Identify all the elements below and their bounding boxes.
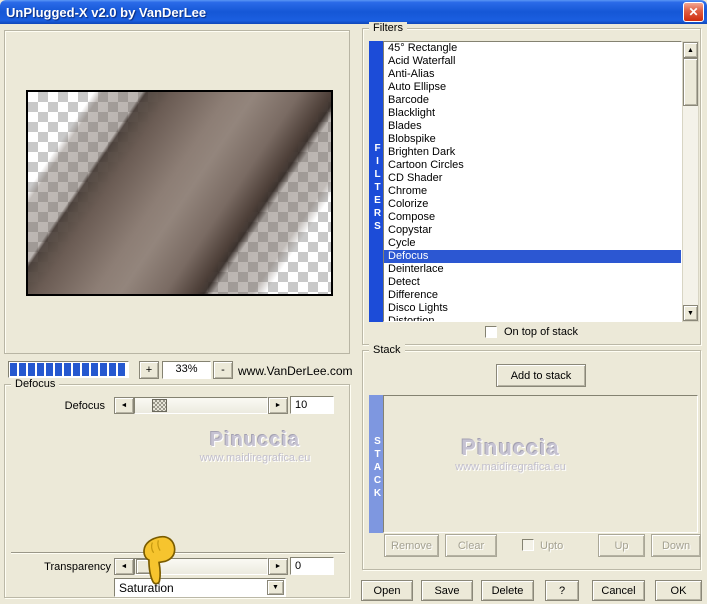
filter-item[interactable]: Anti-Alias (384, 68, 681, 81)
on-top-label: On top of stack (504, 326, 578, 338)
filters-group: Filters FILTERS 45° Rectangle Acid Waterf… (362, 22, 701, 345)
transparency-label: Transparency (44, 561, 111, 573)
preview-image[interactable] (26, 90, 333, 296)
watermark-stack: Pinuccia www.maidiregrafica.eu (455, 435, 566, 473)
plugin-window: UnPlugged-X v2.0 by VanDerLee ✕ + 33% - … (0, 0, 707, 604)
down-button[interactable]: Down (651, 534, 701, 557)
stack-side-label: STACK (369, 395, 383, 533)
defocus-value-input[interactable] (290, 396, 334, 414)
defocus-group: Defocus Defocus ◄ ► Pinuccia www.maidire… (4, 378, 350, 598)
progress-fill (10, 363, 127, 376)
ok-button[interactable]: OK (655, 580, 702, 601)
vanderlee-link[interactable]: www.VanDerLee.com (238, 364, 353, 378)
watermark-url: www.maidiregrafica.eu (455, 461, 566, 473)
defocus-slider-track[interactable] (134, 397, 268, 414)
transparency-value-input[interactable] (290, 557, 334, 575)
defocus-slider-right-icon[interactable]: ► (268, 397, 288, 414)
filter-item[interactable]: Difference (384, 289, 681, 302)
stack-list[interactable]: Pinuccia www.maidiregrafica.eu (383, 395, 698, 533)
stack-group-label: Stack (369, 344, 405, 356)
title-bar[interactable]: UnPlugged-X v2.0 by VanDerLee (0, 0, 707, 24)
transparency-right-icon[interactable]: ► (268, 558, 288, 575)
scrollbar-thumb[interactable] (683, 58, 698, 106)
filter-item[interactable]: Compose (384, 211, 681, 224)
on-top-checkbox[interactable] (485, 326, 497, 338)
diagonal-band-graphic (28, 92, 331, 294)
transparency-left-icon[interactable]: ◄ (114, 558, 134, 575)
open-button[interactable]: Open (361, 580, 413, 601)
watermark-url: www.maidiregrafica.eu (199, 452, 311, 464)
close-icon[interactable]: ✕ (683, 2, 704, 22)
delete-button[interactable]: Delete (481, 580, 534, 601)
filter-item[interactable]: Auto Ellipse (384, 81, 681, 94)
zoom-level-field: 33% (162, 361, 211, 379)
cancel-button[interactable]: Cancel (592, 580, 645, 601)
filter-item[interactable]: Barcode (384, 94, 681, 107)
filter-item[interactable]: Blobspike (384, 133, 681, 146)
filters-side-label: FILTERS (369, 41, 383, 322)
defocus-group-label: Defocus (11, 378, 60, 390)
filter-item[interactable]: Cartoon Circles (384, 159, 681, 172)
filter-list-scrollbar[interactable]: ▲ ▼ (682, 41, 699, 322)
save-button[interactable]: Save (421, 580, 473, 601)
filter-item[interactable]: Detect (384, 276, 681, 289)
filter-list: 45° Rectangle Acid Waterfall Anti-Alias Aut… (383, 41, 682, 322)
filter-item[interactable]: Chrome (384, 185, 681, 198)
filter-item[interactable]: CD Shader (384, 172, 681, 185)
filter-item[interactable]: Deinterlace (384, 263, 681, 276)
filter-item[interactable]: Distortion (384, 315, 681, 321)
chevron-down-icon[interactable]: ▼ (267, 580, 284, 595)
defocus-slider-label: Defocus (64, 400, 105, 412)
defocus-slider-left-icon[interactable]: ◄ (114, 397, 134, 414)
filters-group-label: Filters (369, 22, 407, 34)
filter-item[interactable]: Defocus (384, 250, 681, 263)
filter-item[interactable]: Blacklight (384, 107, 681, 120)
on-top-row: On top of stack (363, 326, 700, 338)
zoom-out-button[interactable]: - (213, 361, 233, 379)
watermark-name: Pinuccia (209, 429, 301, 451)
filter-item[interactable]: Acid Waterfall (384, 55, 681, 68)
upto-checkbox[interactable] (522, 539, 534, 551)
filter-item[interactable]: Disco Lights (384, 302, 681, 315)
zoom-in-button[interactable]: + (139, 361, 159, 379)
stack-group: Stack Add to stack STACK Pinuccia www.ma… (362, 344, 701, 570)
watermark-defocus: Pinuccia www.maidiregrafica.eu (145, 429, 365, 464)
mode-select[interactable]: Saturation ▼ (114, 578, 286, 597)
preview-panel (4, 30, 350, 354)
remove-button[interactable]: Remove (384, 534, 439, 557)
filter-item[interactable]: Cycle (384, 237, 681, 250)
upto-label: Upto (540, 540, 564, 552)
help-button[interactable]: ? (545, 580, 579, 601)
window-title: UnPlugged-X v2.0 by VanDerLee (6, 4, 207, 20)
hand-cursor-icon (139, 532, 184, 590)
filter-item[interactable]: Colorize (384, 198, 681, 211)
scroll-down-icon[interactable]: ▼ (683, 305, 698, 321)
filter-item[interactable]: 45° Rectangle (384, 42, 681, 55)
progress-bar (8, 361, 129, 378)
filter-item[interactable]: Copystar (384, 224, 681, 237)
scroll-up-icon[interactable]: ▲ (683, 42, 698, 58)
add-to-stack-button[interactable]: Add to stack (496, 364, 586, 387)
up-button[interactable]: Up (598, 534, 645, 557)
watermark-name: Pinuccia (461, 435, 560, 460)
clear-button[interactable]: Clear (445, 534, 497, 557)
filter-item[interactable]: Brighten Dark (384, 146, 681, 159)
filter-item[interactable]: Blades (384, 120, 681, 133)
defocus-slider-thumb[interactable] (152, 399, 167, 412)
